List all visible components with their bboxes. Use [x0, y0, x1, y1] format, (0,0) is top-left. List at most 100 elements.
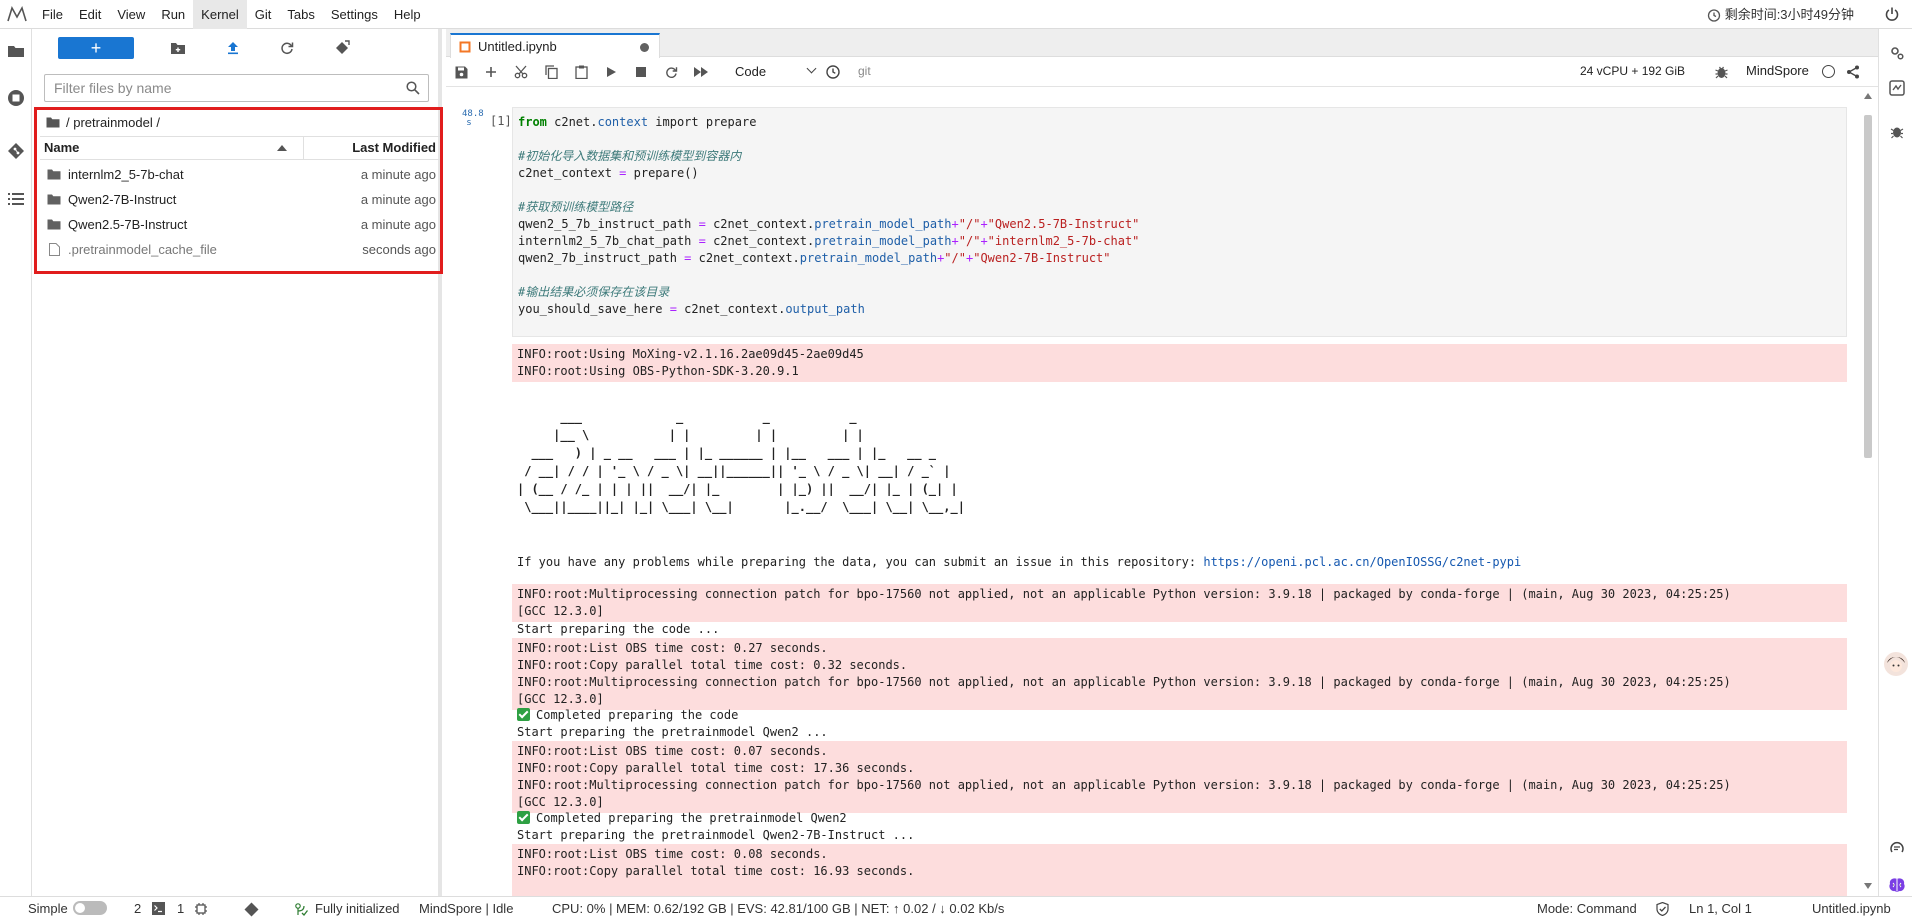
file-row[interactable]: Qwen2-7B-Instruct a minute ago: [40, 187, 440, 211]
terminal-count[interactable]: 2: [134, 901, 141, 916]
menu-help[interactable]: Help: [386, 0, 429, 29]
kernel-name[interactable]: MindSpore: [1746, 63, 1809, 78]
resource-metrics: CPU: 0% | MEM: 0.62/192 GB | EVS: 42.81/…: [552, 901, 1005, 916]
remaining-time-text: 剩余时间:3小时49分钟: [1724, 7, 1854, 22]
column-name[interactable]: Name: [40, 137, 304, 159]
extension-icon[interactable]: [1887, 78, 1907, 98]
stderr-output: INFO:root:List OBS time cost: 0.27 secon…: [512, 638, 1847, 710]
file-modified: seconds ago: [362, 241, 436, 257]
scroll-up-icon[interactable]: [1864, 93, 1872, 99]
stdout-output: Start preparing the pretrainmodel Qwen2-…: [517, 828, 915, 842]
menu-file[interactable]: File: [34, 0, 71, 29]
fast-forward-icon[interactable]: [692, 63, 710, 81]
code-line: you_should_save_here = c2net_context.out…: [518, 302, 865, 316]
git-label[interactable]: git: [858, 64, 871, 78]
stdout-output: If you have any problems while preparing…: [512, 554, 1847, 571]
git-initialized-icon: [294, 902, 309, 919]
new-launcher-button[interactable]: +: [58, 37, 134, 59]
debugger-icon[interactable]: [1887, 121, 1907, 141]
file-modified: a minute ago: [360, 191, 436, 207]
run-icon[interactable]: [602, 63, 620, 81]
file-filter-input[interactable]: [45, 75, 385, 101]
tab-title: Untitled.ipynb: [478, 39, 557, 54]
file-row[interactable]: internlm2_5-7b-chat a minute ago: [40, 162, 440, 186]
problem-text: If you have any problems while preparing…: [517, 555, 1204, 569]
upload-icon[interactable]: [224, 39, 242, 57]
simple-mode-toggle[interactable]: [73, 901, 107, 916]
file-browser-toolbar: +: [32, 29, 438, 67]
new-folder-icon[interactable]: [169, 39, 187, 57]
breadcrumb[interactable]: / pretrainmodel /: [46, 111, 160, 133]
scroll-down-icon[interactable]: [1864, 883, 1872, 889]
menu-view[interactable]: View: [109, 0, 153, 29]
clock-icon[interactable]: [824, 63, 842, 81]
menu-tabs[interactable]: Tabs: [279, 0, 322, 29]
debugger-icon[interactable]: [1712, 63, 1730, 81]
kernel-status[interactable]: MindSpore | Idle: [419, 901, 513, 916]
completed-qwen2-text: Completed preparing the pretrainmodel Qw…: [536, 811, 847, 825]
folder-icon[interactable]: [4, 39, 28, 63]
column-last-modified[interactable]: Last Modified: [304, 137, 440, 159]
breadcrumb-path[interactable]: / pretrainmodel /: [66, 115, 160, 130]
copy-icon[interactable]: [542, 63, 560, 81]
share-icon[interactable]: [1844, 63, 1862, 81]
cell-type-select[interactable]: Code: [733, 61, 817, 83]
git-icon[interactable]: [4, 139, 28, 163]
editor-mode: Mode: Command: [1537, 901, 1637, 916]
file-name: Qwen2.5-7B-Instruct: [68, 216, 188, 232]
stdout-output: Completed preparing the code: [512, 707, 1847, 724]
column-last-modified-label: Last Modified: [352, 140, 436, 155]
power-icon[interactable]: [1884, 6, 1900, 22]
file-modified: a minute ago: [360, 216, 436, 232]
tab-notebook[interactable]: Untitled.ipynb: [450, 33, 660, 58]
refresh-icon[interactable]: [278, 39, 296, 57]
file-modified: a minute ago: [360, 166, 436, 182]
file-name: .pretrainmodel_cache_file: [68, 241, 217, 257]
git-status-icon[interactable]: [244, 902, 259, 920]
notebook-panel: 48.8 s [1] from c2net.context import pre…: [446, 88, 1866, 896]
unsaved-indicator-icon[interactable]: [640, 43, 649, 52]
trusted-shield-icon[interactable]: [1656, 901, 1669, 919]
save-icon[interactable]: [452, 63, 470, 81]
ascii-art-banner: ___ _ _ _ |__ \ | | | | | | ___ ) | _ __…: [517, 410, 965, 514]
simple-mode-label: Simple: [28, 901, 68, 916]
ai-assistant-icon[interactable]: [1887, 837, 1907, 857]
file-row[interactable]: Qwen2.5-7B-Instruct a minute ago: [40, 212, 440, 236]
code-line: #初始化导入数据集和预训练模型到容器内: [518, 149, 742, 163]
brain-icon[interactable]: [1887, 875, 1907, 895]
stop-icon[interactable]: [632, 63, 650, 81]
restart-icon[interactable]: [662, 63, 680, 81]
kernel-count[interactable]: 1: [177, 901, 184, 916]
menu-settings[interactable]: Settings: [323, 0, 386, 29]
cut-icon[interactable]: [512, 63, 530, 81]
menu-run[interactable]: Run: [153, 0, 193, 29]
sort-ascending-icon: [277, 145, 287, 151]
notebook-toolbar: Code git 24 vCPU + 192 GiB MindSpore: [446, 57, 1878, 87]
notebook-scrollbar[interactable]: [1864, 93, 1872, 889]
folder-icon: [40, 169, 68, 180]
menu-edit[interactable]: Edit: [71, 0, 109, 29]
code-cell-input[interactable]: from c2net.context import prepare #初始化导入数…: [512, 107, 1847, 337]
repository-link[interactable]: https://openi.pcl.ac.cn/OpenIOSSG/c2net-…: [1203, 555, 1521, 569]
right-activity-bar: [1878, 29, 1912, 896]
menu-kernel[interactable]: Kernel: [193, 0, 247, 29]
running-sessions-icon[interactable]: [4, 86, 28, 110]
insert-cell-icon[interactable]: [482, 63, 500, 81]
property-inspector-icon[interactable]: [1887, 43, 1907, 63]
resource-usage: 24 vCPU + 192 GiB: [1580, 64, 1686, 78]
folder-icon: [40, 219, 68, 230]
menubar: File Edit View Run Kernel Git Tabs Setti…: [0, 0, 1912, 29]
scrollbar-thumb[interactable]: [1864, 115, 1872, 458]
file-row[interactable]: .pretrainmodel_cache_file seconds ago: [40, 237, 440, 261]
file-filter-box: [44, 74, 429, 102]
table-of-contents-icon[interactable]: [4, 187, 28, 211]
jupyter-logo-icon: [0, 0, 34, 29]
menu-git[interactable]: Git: [247, 0, 280, 29]
assistant-avatar[interactable]: [1883, 651, 1909, 677]
paste-icon[interactable]: [572, 63, 590, 81]
cursor-position[interactable]: Ln 1, Col 1: [1689, 901, 1752, 916]
code-line: c2net_context = prepare(): [518, 166, 699, 180]
clone-git-icon[interactable]: [333, 39, 351, 57]
